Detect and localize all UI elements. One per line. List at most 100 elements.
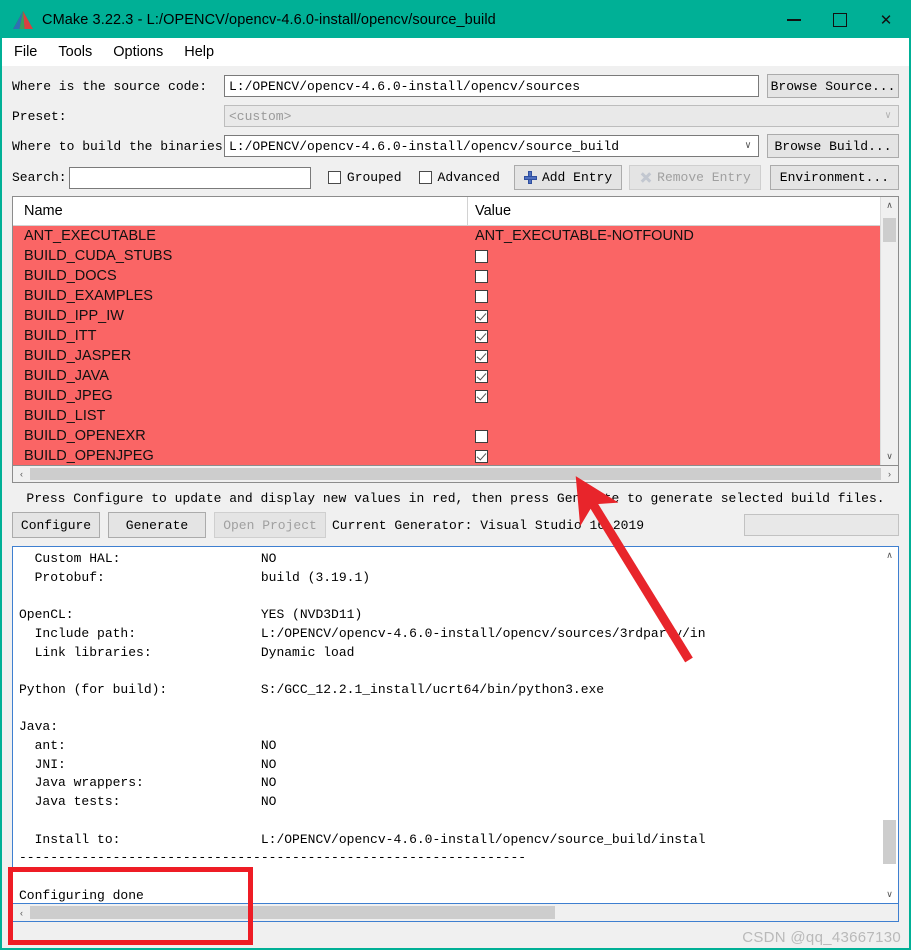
cache-entry-value[interactable]	[468, 289, 880, 303]
log-scroll-track[interactable]	[881, 564, 898, 886]
cache-hscroll-track[interactable]	[30, 466, 881, 482]
preset-label: Preset:	[12, 108, 67, 124]
scroll-left-icon[interactable]: ‹	[13, 466, 30, 482]
cache-value-checkbox[interactable]	[475, 369, 488, 383]
cache-hscroll-thumb[interactable]	[30, 468, 881, 480]
browse-source-button[interactable]: Browse Source...	[767, 74, 899, 98]
advanced-checkbox[interactable]: Advanced	[418, 170, 500, 185]
cache-value-checkbox[interactable]	[475, 389, 488, 403]
output-log-viewport[interactable]: Custom HAL: NO Protobuf: build (3.19.1) …	[13, 547, 881, 903]
table-row[interactable]: BUILD_OPENEXR	[13, 426, 880, 446]
cache-row-list[interactable]: ANT_EXECUTABLE ANT_EXECUTABLE-NOTFOUND BUI…	[13, 226, 880, 465]
column-header-name[interactable]: Name	[13, 197, 468, 225]
log-hscroll-track[interactable]	[30, 904, 898, 921]
main-content: Where is the source code: L:/OPENCV/open…	[2, 66, 909, 948]
table-row[interactable]: BUILD_JASPER	[13, 346, 880, 366]
cache-scroll-thumb[interactable]	[883, 218, 896, 242]
browse-build-button[interactable]: Browse Build...	[767, 134, 899, 158]
table-row[interactable]: BUILD_ITT	[13, 326, 880, 346]
cache-vertical-scrollbar[interactable]: ∧ ∨	[880, 197, 898, 465]
search-input[interactable]	[68, 166, 311, 189]
cache-entry-value[interactable]	[468, 389, 880, 403]
maximize-button[interactable]	[817, 2, 863, 38]
add-entry-button[interactable]: Add Entry	[513, 165, 623, 190]
maximize-icon	[833, 13, 847, 27]
configure-button[interactable]: Configure	[12, 512, 100, 538]
log-scroll-thumb[interactable]	[883, 820, 896, 864]
cache-entry-value[interactable]: ANT_EXECUTABLE-NOTFOUND	[468, 228, 880, 244]
menu-item-options[interactable]: Options	[104, 42, 172, 62]
cache-scroll-track[interactable]	[881, 214, 898, 448]
cache-entry-name: BUILD_OPENEXR	[24, 428, 146, 444]
menu-item-tools[interactable]: Tools	[49, 42, 101, 62]
scroll-right-icon[interactable]: ›	[881, 466, 898, 482]
cache-value-checkbox[interactable]	[475, 269, 488, 283]
scroll-up-icon[interactable]: ∧	[881, 547, 898, 564]
chevron-down-icon: ∨	[744, 141, 752, 152]
binaries-value: L:/OPENCV/opencv-4.6.0-install/opencv/so…	[229, 138, 620, 154]
cache-entry-value[interactable]	[468, 369, 880, 383]
table-row[interactable]: BUILD_IPP_IW	[13, 306, 880, 326]
log-vertical-scrollbar[interactable]: ∧ ∨	[881, 547, 898, 903]
binaries-label: Where to build the binaries:	[12, 138, 231, 154]
cache-horizontal-scrollbar[interactable]: ‹ ›	[12, 466, 899, 483]
source-label: Where is the source code:	[12, 78, 208, 94]
cache-value-checkbox[interactable]	[475, 309, 488, 323]
plus-icon	[523, 171, 537, 184]
scroll-up-icon[interactable]: ∧	[881, 197, 898, 214]
preset-select[interactable]: <custom> ∨	[224, 105, 899, 127]
table-row[interactable]: BUILD_JAVA	[13, 366, 880, 386]
preset-row: Preset: <custom> ∨	[12, 105, 899, 127]
cache-entry-value[interactable]	[468, 309, 880, 323]
cache-entry-name: BUILD_JPEG	[24, 388, 113, 404]
table-row[interactable]: BUILD_OPENJPEG	[13, 446, 880, 465]
remove-entry-button[interactable]: Remove Entry	[629, 165, 761, 190]
cache-value-checkbox[interactable]	[475, 429, 488, 443]
cache-entry-value[interactable]	[468, 329, 880, 343]
table-row[interactable]: BUILD_DOCS	[13, 266, 880, 286]
table-row[interactable]: BUILD_LIST	[13, 406, 880, 426]
table-row[interactable]: BUILD_EXAMPLES	[13, 286, 880, 306]
binaries-select[interactable]: L:/OPENCV/opencv-4.6.0-install/opencv/so…	[224, 135, 759, 157]
configure-hint-text: Press Configure to update and display ne…	[26, 491, 885, 506]
cmake-gui-window: CMake 3.22.3 - L:/OPENCV/opencv-4.6.0-in…	[0, 0, 911, 950]
grouped-checkbox[interactable]: Grouped	[327, 170, 402, 185]
open-project-button[interactable]: Open Project	[214, 512, 326, 538]
chevron-down-icon: ∨	[884, 111, 892, 122]
log-hscroll-thumb[interactable]	[30, 906, 555, 919]
environment-button[interactable]: Environment...	[769, 165, 899, 190]
cache-entry-value[interactable]	[468, 449, 880, 463]
cache-entry-value[interactable]	[468, 249, 880, 263]
source-input[interactable]: L:/OPENCV/opencv-4.6.0-install/opencv/so…	[224, 75, 759, 97]
scroll-down-icon[interactable]: ∨	[881, 448, 898, 465]
cache-entry-value[interactable]	[468, 429, 880, 443]
table-row[interactable]: ANT_EXECUTABLE ANT_EXECUTABLE-NOTFOUND	[13, 226, 880, 246]
cache-value-checkbox[interactable]	[475, 289, 488, 303]
action-button-bar: Configure Generate Open Project Current …	[12, 512, 899, 538]
cache-entry-value[interactable]	[468, 349, 880, 363]
output-log-text: Custom HAL: NO Protobuf: build (3.19.1) …	[19, 551, 706, 903]
cache-value-checkbox[interactable]	[475, 329, 488, 343]
close-icon: ✕	[879, 12, 893, 29]
log-horizontal-scrollbar[interactable]: ‹	[12, 904, 899, 922]
cache-entry-name: BUILD_JASPER	[24, 348, 132, 364]
column-header-value[interactable]: Value	[468, 197, 880, 225]
grouped-checkbox-box	[327, 171, 341, 184]
table-row[interactable]: BUILD_CUDA_STUBS	[13, 246, 880, 266]
cmake-logo-icon	[12, 10, 34, 30]
title-bar: CMake 3.22.3 - L:/OPENCV/opencv-4.6.0-in…	[2, 2, 909, 38]
menu-item-file[interactable]: File	[5, 42, 46, 62]
scroll-left-icon[interactable]: ‹	[13, 904, 30, 921]
generate-button[interactable]: Generate	[108, 512, 206, 538]
close-button[interactable]: ✕	[863, 2, 909, 38]
binaries-row: Where to build the binaries: L:/OPENCV/o…	[12, 134, 899, 158]
cache-value-checkbox[interactable]	[475, 249, 488, 263]
minimize-button[interactable]	[771, 2, 817, 38]
remove-entry-label: Remove Entry	[657, 170, 751, 185]
cache-entry-value[interactable]	[468, 269, 880, 283]
scroll-down-icon[interactable]: ∨	[881, 886, 898, 903]
menu-item-help[interactable]: Help	[175, 42, 223, 62]
cache-value-checkbox[interactable]	[475, 449, 488, 463]
table-row[interactable]: BUILD_JPEG	[13, 386, 880, 406]
cache-value-checkbox[interactable]	[475, 349, 488, 363]
